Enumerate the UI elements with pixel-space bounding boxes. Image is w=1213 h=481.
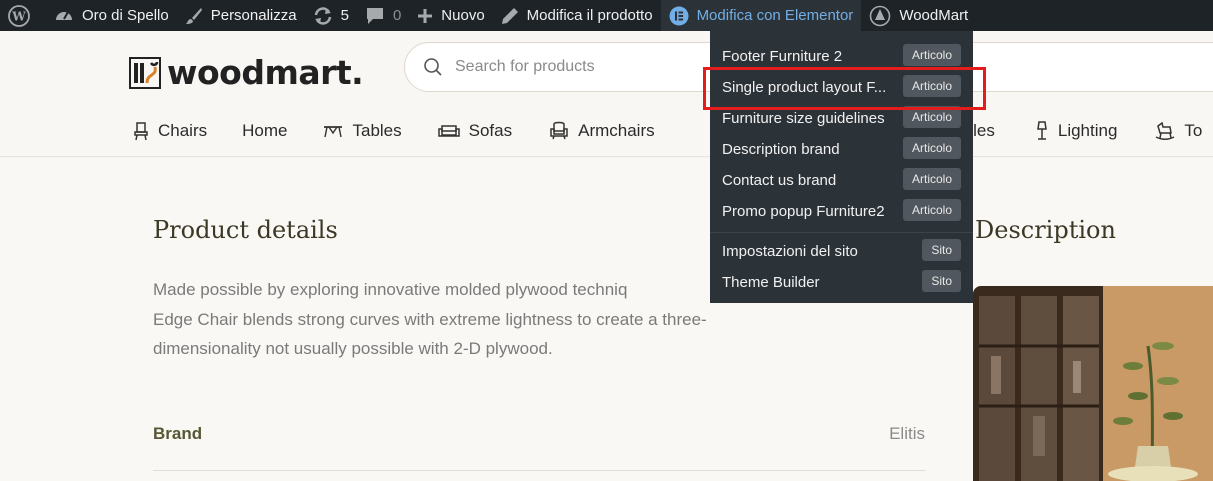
nav-item-toys[interactable]: To: [1155, 121, 1202, 141]
nav-item-sofas[interactable]: Sofas: [437, 121, 513, 141]
updates-count: 5: [340, 7, 349, 24]
edit-product-label: Modifica il prodotto: [526, 7, 653, 24]
menu-item-badge: Sito: [922, 270, 961, 292]
new-content-menu[interactable]: Nuovo: [409, 0, 492, 31]
admin-bar: W Oro di Spello Personalizza 5 0 Nuovo M…: [0, 0, 1213, 31]
brand-label: Brand: [153, 424, 203, 443]
menu-item-badge: Sito: [922, 239, 961, 261]
site-header: woodmart. Chairs Home Tables Sofas Armch…: [0, 31, 1213, 157]
edit-product-menu[interactable]: Modifica il prodotto: [493, 0, 661, 31]
nav-item-armchairs[interactable]: Armchairs: [549, 121, 655, 141]
nav-item-tables[interactable]: Tables: [323, 121, 402, 141]
nav-label-lighting: Lighting: [1057, 121, 1118, 140]
menu-item-site-settings[interactable]: Impostazioni del sito Sito: [710, 236, 973, 267]
woodmart-menu[interactable]: WoodMart: [861, 0, 976, 31]
product-photo: [973, 286, 1213, 481]
search-icon: [424, 58, 442, 76]
menu-item-badge: Articolo: [902, 199, 961, 221]
nav-label-tables: Tables: [352, 121, 402, 140]
chair-icon: [134, 122, 148, 141]
menu-item-description-brand[interactable]: Description brand Articolo: [710, 134, 973, 165]
description-line: Edge Chair blends strong curves with ext…: [153, 309, 707, 329]
highlight-box: [703, 67, 986, 110]
site-name-label: Oro di Spello: [82, 7, 169, 24]
customize-menu[interactable]: Personalizza: [177, 0, 305, 31]
menu-item-promo-popup-furniture2[interactable]: Promo popup Furniture2 Articolo: [710, 196, 973, 227]
menu-separator: [710, 232, 973, 233]
elementor-icon: [669, 6, 689, 25]
dashboard-icon: [56, 11, 72, 20]
nav-label-chairs: Chairs: [158, 121, 208, 140]
sofa-icon: [437, 125, 460, 137]
nav-item-chairs[interactable]: Chairs: [133, 121, 207, 141]
menu-item-label: Contact us brand: [722, 172, 837, 189]
nav-item-lighting[interactable]: Lighting: [1035, 121, 1118, 141]
plus-icon: [418, 8, 433, 23]
svg-text:W: W: [11, 9, 26, 23]
elementor-label: Modifica con Elementor: [696, 7, 854, 24]
updates-icon: [314, 6, 331, 25]
logo-text: woodmart.: [167, 53, 364, 92]
comment-icon: [366, 7, 383, 24]
nav-label-home: Home: [242, 121, 288, 140]
description-heading: Description: [975, 216, 1116, 244]
brush-icon: [185, 7, 202, 24]
menu-item-label: Description brand: [722, 141, 840, 158]
new-label: Nuovo: [441, 7, 485, 24]
menu-item-theme-builder[interactable]: Theme Builder Sito: [710, 267, 973, 298]
nav-label-armchairs: Armchairs: [578, 121, 655, 140]
wordpress-menu[interactable]: W: [0, 0, 46, 31]
nav-label-toys: To: [1184, 121, 1203, 140]
armchair-icon: [550, 121, 568, 140]
updates-menu[interactable]: 5: [305, 0, 357, 31]
table-icon: [324, 126, 343, 138]
menu-item-badge: Articolo: [902, 168, 961, 190]
wordpress-icon: W: [8, 4, 30, 27]
nav-item-home[interactable]: Home: [242, 121, 287, 141]
lamp-icon: [1036, 121, 1047, 140]
woodmart-icon: [870, 5, 891, 26]
nav-label-sofas: Sofas: [468, 121, 513, 140]
menu-item-badge: Articolo: [902, 44, 961, 66]
woodmart-label: WoodMart: [899, 7, 969, 24]
comments-menu[interactable]: 0: [357, 0, 409, 31]
menu-item-label: Theme Builder: [722, 274, 820, 291]
menu-item-label: Impostazioni del sito: [722, 243, 858, 260]
pencil-icon: [501, 7, 518, 24]
attribute-divider: [153, 470, 926, 471]
menu-item-badge: Articolo: [902, 137, 961, 159]
menu-item-label: Promo popup Furniture2: [722, 203, 885, 220]
edit-with-elementor-menu[interactable]: Modifica con Elementor: [660, 0, 862, 31]
menu-item-label: Footer Furniture 2: [722, 48, 843, 65]
customize-label: Personalizza: [210, 7, 297, 24]
brand-value: Elitis: [889, 424, 925, 443]
menu-item-label: Furniture size guidelines: [722, 110, 885, 127]
site-name-menu[interactable]: Oro di Spello: [46, 0, 177, 31]
comments-count: 0: [392, 7, 402, 24]
description-line: dimensionality not usually possible with…: [153, 339, 553, 358]
site-logo[interactable]: woodmart.: [129, 53, 364, 92]
rocking-horse-icon: [1156, 121, 1175, 140]
category-nav: Chairs Home Tables Sofas Armchairs tiles…: [129, 119, 1202, 143]
product-details-heading: Product details: [153, 216, 338, 244]
menu-item-contact-us-brand[interactable]: Contact us brand Articolo: [710, 165, 973, 196]
woodmart-logo-icon: [129, 56, 161, 89]
